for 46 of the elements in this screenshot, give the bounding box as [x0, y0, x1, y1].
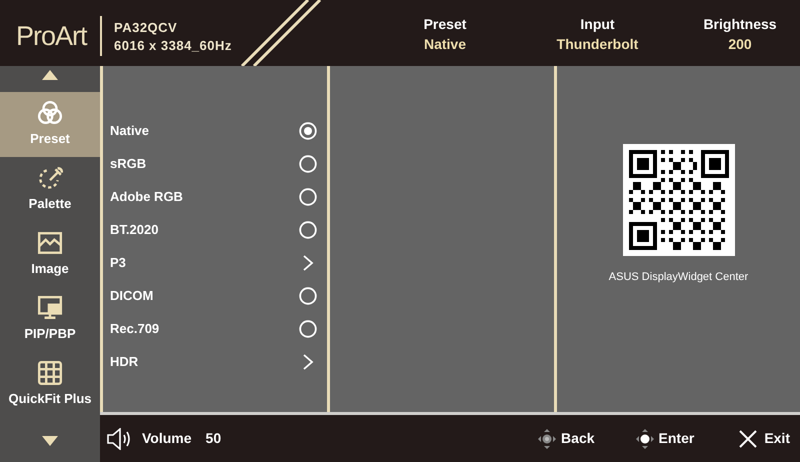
option-label[interactable]: DICOM: [110, 286, 154, 306]
status-label: Input: [580, 15, 615, 34]
joystick-icon: [634, 428, 655, 450]
speaker-icon: [107, 428, 132, 450]
status-label: Preset: [424, 15, 466, 34]
radio-button[interactable]: [299, 122, 317, 140]
option-label[interactable]: BT.2020: [110, 220, 158, 240]
grid-icon: [37, 360, 63, 386]
option-label[interactable]: P3: [110, 252, 126, 272]
option-label[interactable]: HDR: [110, 352, 138, 372]
circles-icon: [37, 100, 63, 126]
model-name: PA32QCV: [114, 19, 178, 37]
resolution-text: 6016 x 3384_60Hz: [114, 37, 232, 55]
status-label: Brightness: [703, 15, 777, 34]
logo: ProArt: [15, 20, 88, 53]
joystick-icon: [537, 428, 558, 450]
close-icon: [738, 428, 758, 448]
status-value: Native: [424, 35, 466, 54]
footer-action[interactable]: Enter: [634, 428, 694, 450]
radio-button[interactable]: [299, 320, 317, 338]
option-label[interactable]: sRGB: [110, 154, 146, 174]
option-label[interactable]: Rec.709: [110, 318, 160, 338]
caption-text: ASUS DisplayWidget Center: [608, 270, 748, 285]
radio-button[interactable]: [299, 286, 317, 304]
volume-value: 50: [206, 429, 222, 448]
radio-button[interactable]: [299, 188, 317, 206]
volume-label: Volume: [142, 429, 192, 448]
scroll-up-icon[interactable]: [42, 70, 58, 80]
option-label[interactable]: Native: [110, 120, 150, 140]
status-value: Thunderbolt: [556, 35, 638, 54]
sidebar-item[interactable]: Palette: [0, 157, 100, 222]
footer-action[interactable]: Exit: [738, 428, 790, 449]
footer-action[interactable]: Back: [537, 428, 595, 450]
option-label[interactable]: Adobe RGB: [110, 186, 183, 206]
scroll-down-icon[interactable]: [42, 436, 58, 446]
radio-button[interactable]: [299, 220, 317, 238]
sidebar-item[interactable]: PIP/PBP: [0, 287, 100, 352]
status-value: 200: [728, 35, 752, 54]
chevron-right-icon[interactable]: [302, 254, 314, 272]
sidebar-item[interactable]: Image: [0, 222, 100, 287]
chevron-right-icon[interactable]: [302, 352, 314, 370]
radio-button[interactable]: [299, 154, 317, 172]
monitor-icon: [37, 295, 63, 322]
sidebar-item[interactable]: QuickFit Plus: [0, 352, 100, 417]
eyedropper-icon: [37, 165, 63, 192]
image-icon: [37, 230, 63, 256]
